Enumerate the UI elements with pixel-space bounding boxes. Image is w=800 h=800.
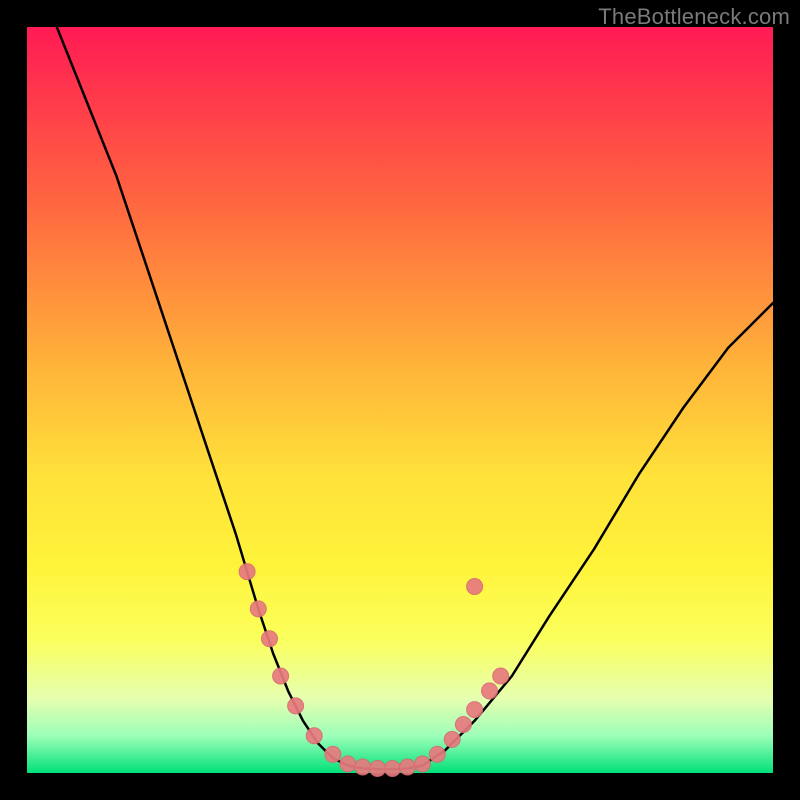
data-marker [239, 564, 255, 580]
curve-paths [57, 27, 773, 769]
watermark-label: TheBottleneck.com [598, 4, 790, 30]
data-marker [355, 759, 371, 775]
series-right-curve [422, 303, 773, 766]
curve-markers [239, 564, 509, 777]
chart-stage: TheBottleneck.com [0, 0, 800, 800]
data-marker [288, 698, 304, 714]
curve-layer [27, 27, 773, 773]
data-marker [370, 761, 386, 777]
series-left-curve [57, 27, 348, 766]
data-marker [400, 759, 416, 775]
data-marker [306, 728, 322, 744]
data-marker [250, 601, 266, 617]
data-marker [467, 702, 483, 718]
data-marker [493, 668, 509, 684]
data-marker [429, 746, 445, 762]
data-marker [444, 731, 460, 747]
data-marker [414, 756, 430, 772]
data-marker [340, 756, 356, 772]
data-marker [467, 579, 483, 595]
plot-area [27, 27, 773, 773]
data-marker [455, 717, 471, 733]
data-marker [325, 746, 341, 762]
data-marker [385, 761, 401, 777]
data-marker [482, 683, 498, 699]
data-marker [262, 631, 278, 647]
data-marker [273, 668, 289, 684]
